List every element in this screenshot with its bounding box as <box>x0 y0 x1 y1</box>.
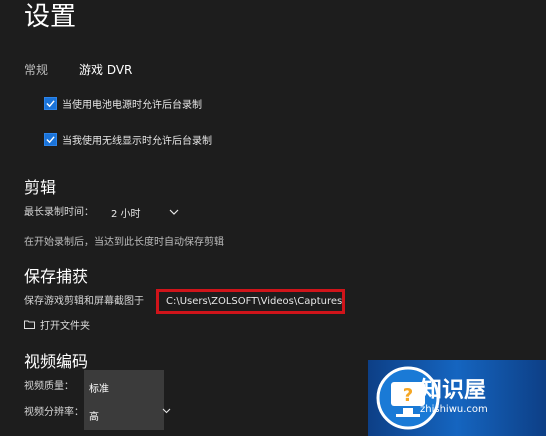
open-folder-label: 打开文件夹 <box>40 321 90 332</box>
clip-note: 在开始录制后，当达到此长度时自动保存剪辑 <box>24 237 224 248</box>
tab-general[interactable]: 常规 <box>24 62 48 78</box>
checkmark-icon <box>46 135 55 143</box>
quality-dropdown-list[interactable]: 标准 高 <box>84 370 164 430</box>
max-time-label: 最长录制时间： <box>24 207 94 218</box>
battery-record-option[interactable]: 当使用电池电源时允许后台录制 <box>44 94 202 112</box>
chevron-down-icon <box>169 209 178 215</box>
captures-heading: 保存捕获 <box>24 267 89 286</box>
watermark-name: 知识屋 <box>420 378 487 403</box>
max-time-value: 2 小时 <box>111 209 141 220</box>
battery-record-label: 当使用电池电源时允许后台录制 <box>62 99 202 111</box>
capture-path: C:\Users\ZOLSOFT\Videos\Captures <box>166 296 343 307</box>
battery-record-checkbox[interactable] <box>44 96 57 110</box>
encoding-heading: 视频编码 <box>24 352 89 371</box>
max-time-dropdown[interactable]: 2 小时 <box>111 205 179 220</box>
open-folder-link[interactable]: 打开文件夹 <box>24 317 90 332</box>
wireless-record-option[interactable]: 当我使用无线显示时允许后台录制 <box>44 130 212 148</box>
watermark-url: zhishiwu.com <box>420 404 488 415</box>
svg-text:?: ? <box>403 385 413 406</box>
wireless-record-checkbox[interactable] <box>44 132 57 146</box>
save-location-label: 保存游戏剪辑和屏幕截图于 <box>24 296 144 307</box>
folder-icon <box>24 320 35 329</box>
quality-option-standard[interactable]: 标准 <box>89 380 109 395</box>
wireless-record-label: 当我使用无线显示时允许后台录制 <box>62 135 212 147</box>
clip-heading: 剪辑 <box>24 178 57 197</box>
quality-option-high[interactable]: 高 <box>89 408 99 423</box>
page-title: 设置 <box>24 2 77 32</box>
checkmark-icon <box>46 99 55 107</box>
video-quality-label: 视频质量： <box>24 381 74 392</box>
tab-game-dvr[interactable]: 游戏 DVR <box>79 62 132 78</box>
video-resolution-label: 视频分辨率： <box>24 407 84 418</box>
chevron-down-icon <box>162 408 171 414</box>
